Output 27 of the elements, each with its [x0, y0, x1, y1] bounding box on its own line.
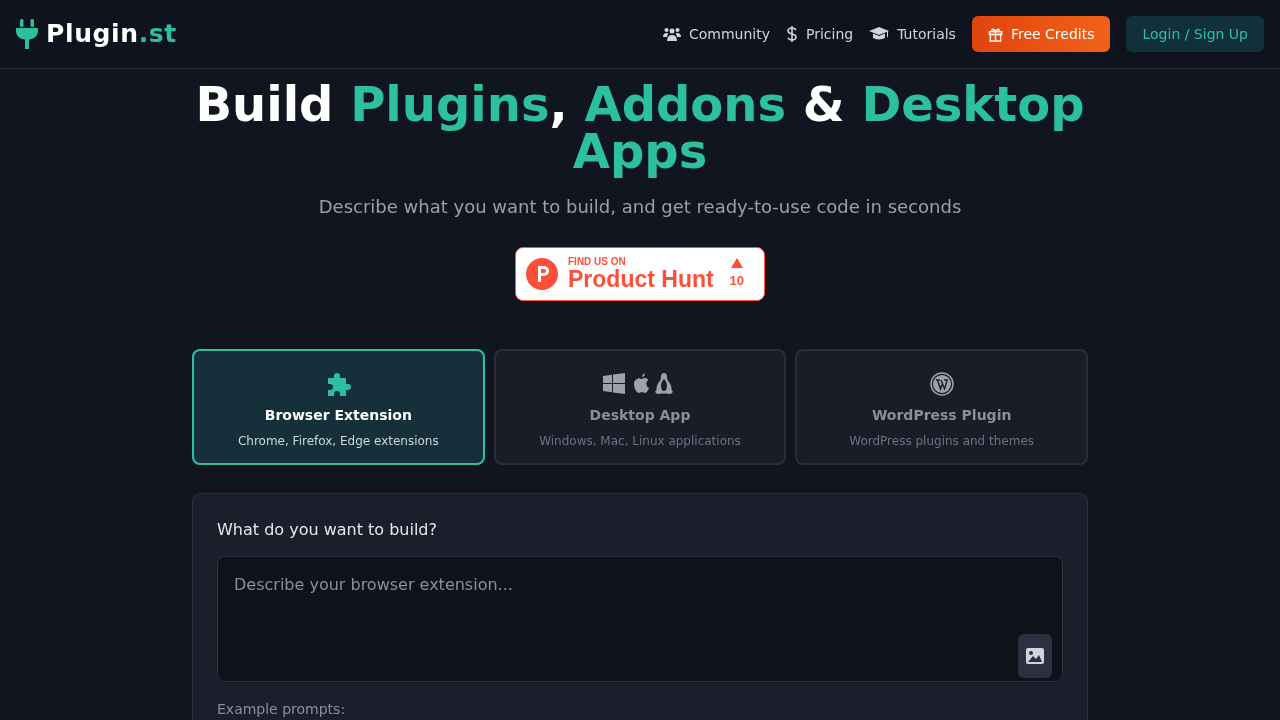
badge-caption: FIND US ON [568, 257, 627, 267]
dollar-icon [785, 25, 798, 43]
nav-link[interactable]: Community [662, 23, 770, 45]
subtitle: Describe what you want to build, and get ready-to-use code in seconds [318, 195, 962, 219]
graduation-cap-icon [869, 27, 890, 41]
project-type-card[interactable]: Desktop App Windows, Mac, Linux applications [493, 349, 787, 465]
upvote-count: 10 [729, 271, 744, 290]
wordpress-logo-icon [929, 372, 954, 396]
free-credits-button[interactable]: Free Credits [971, 16, 1111, 52]
badge-title: Product Hunt [568, 268, 714, 291]
p-logo-icon [526, 258, 558, 290]
field-label: What do you want to build? [217, 519, 438, 541]
gift-icon [987, 26, 1003, 42]
logo-text[interactable]: Plugin.st [46, 15, 177, 53]
project-type-card[interactable]: WordPress Plugin WordPress plugins and themes [795, 349, 1088, 465]
plug-icon [16, 19, 38, 49]
image-icon [1026, 648, 1044, 664]
image-upload-button[interactable] [1018, 634, 1052, 678]
users-icon [662, 27, 681, 41]
prompt-field[interactable]: Describe your browser extension... [217, 556, 1063, 682]
examples-label: Example prompts: [217, 700, 347, 718]
nav-link[interactable]: Tutorials [869, 23, 956, 45]
nav-link[interactable]: Pricing [785, 23, 854, 45]
login-button[interactable]: Login / Sign Up [1126, 16, 1264, 52]
puzzle-piece-icon [325, 371, 352, 397]
upvote-icon [730, 257, 743, 268]
project-type-card[interactable]: Browser Extension Chrome, Firefox, Edge extensions [192, 349, 485, 465]
